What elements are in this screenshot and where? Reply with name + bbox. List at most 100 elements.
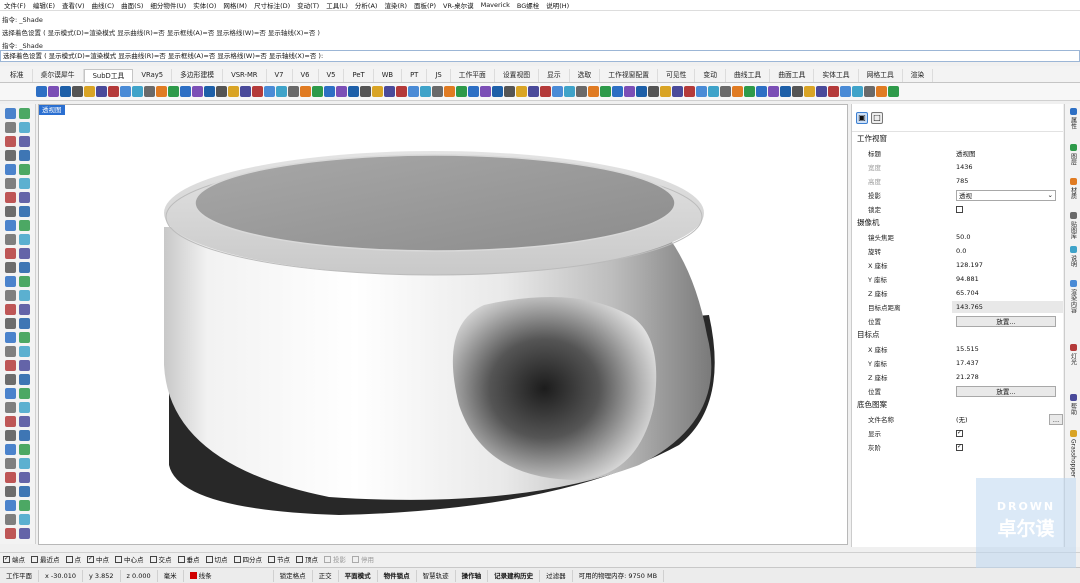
- tool-icon[interactable]: [19, 374, 30, 385]
- status-toggle[interactable]: 过滤器: [540, 569, 573, 582]
- toolbar-tab[interactable]: 曲面工具: [770, 69, 815, 82]
- toolbar-icon[interactable]: [744, 86, 755, 97]
- tool-icon[interactable]: [19, 444, 30, 455]
- toolbar-icon[interactable]: [132, 86, 143, 97]
- tool-icon[interactable]: [19, 486, 30, 497]
- tool-icon[interactable]: [5, 234, 16, 245]
- menu-item[interactable]: 尺寸标注(D): [254, 0, 290, 10]
- osnap-checkbox[interactable]: ✓: [87, 555, 94, 563]
- toolbar-icon[interactable]: [816, 86, 827, 97]
- tool-icon[interactable]: [19, 388, 30, 399]
- osnap-option[interactable]: 垂点: [177, 554, 200, 564]
- status-toggle[interactable]: 锁定格点: [274, 569, 313, 582]
- right-tab[interactable]: 属性: [1067, 108, 1079, 140]
- toolbar-icon[interactable]: [660, 86, 671, 97]
- osnap-checkbox[interactable]: [177, 555, 185, 563]
- toolbar-tab[interactable]: PT: [402, 69, 428, 82]
- osnap-option[interactable]: 顶点: [296, 554, 318, 564]
- toolbar-icon[interactable]: [828, 86, 839, 97]
- object-properties-icon[interactable]: □: [871, 111, 883, 124]
- menu-item[interactable]: 工具(L): [326, 0, 348, 10]
- tool-icon[interactable]: [5, 136, 16, 147]
- tool-icon[interactable]: [19, 472, 30, 483]
- toolbar-icon[interactable]: [732, 86, 743, 97]
- toolbar-tab[interactable]: 选取: [570, 69, 601, 82]
- tool-icon[interactable]: [5, 178, 16, 189]
- toolbar-icon[interactable]: [96, 86, 107, 97]
- tool-icon[interactable]: [19, 290, 30, 301]
- toolbar-icon[interactable]: [504, 86, 515, 97]
- tool-icon[interactable]: [19, 248, 30, 259]
- toolbar-icon[interactable]: [348, 86, 359, 97]
- toolbar-icon[interactable]: [48, 86, 59, 97]
- toolbar-icon[interactable]: [552, 86, 563, 97]
- tool-icon[interactable]: [5, 514, 16, 525]
- toolbar-icon[interactable]: [768, 86, 779, 97]
- toolbar-icon[interactable]: [804, 86, 815, 97]
- toolbar-icon[interactable]: [888, 86, 899, 97]
- toolbar-icon[interactable]: [756, 86, 767, 97]
- menu-item[interactable]: 细分物件(U): [150, 0, 186, 10]
- viewport-label[interactable]: 透视图: [39, 105, 65, 115]
- tool-icon[interactable]: [5, 374, 16, 385]
- osnap-option[interactable]: 交点: [149, 554, 172, 564]
- toolbar-icon[interactable]: [120, 86, 131, 97]
- menu-item[interactable]: 网格(M): [223, 0, 247, 10]
- toolbar-icon[interactable]: [648, 86, 659, 97]
- toolbar-icon[interactable]: [840, 86, 851, 97]
- osnap-checkbox[interactable]: [268, 555, 275, 563]
- toolbar-tab[interactable]: WB: [374, 69, 403, 82]
- menu-item[interactable]: VR-桌尔谟: [443, 0, 474, 10]
- menu-item[interactable]: 编辑(E): [33, 0, 55, 10]
- toolbar-icon[interactable]: [408, 86, 419, 97]
- toolbar-icon[interactable]: [624, 86, 635, 97]
- tool-icon[interactable]: [19, 346, 30, 357]
- projection-select[interactable]: 透视 ⌄: [956, 189, 1056, 201]
- toolbar-icon[interactable]: [312, 86, 323, 97]
- toolbar-icon[interactable]: [336, 86, 347, 97]
- toolbar-icon[interactable]: [36, 86, 47, 97]
- property-value-text[interactable]: 15.515: [956, 345, 979, 353]
- osnap-option[interactable]: 中心点: [115, 554, 144, 564]
- property-value-text[interactable]: 1436: [956, 163, 973, 171]
- tool-icon[interactable]: [5, 472, 16, 483]
- tool-icon[interactable]: [19, 528, 30, 539]
- status-toggle[interactable]: 物件锁点: [378, 569, 417, 582]
- toolbar-icon[interactable]: [792, 86, 803, 97]
- tool-icon[interactable]: [19, 262, 30, 273]
- toolbar-tab[interactable]: V5: [319, 69, 345, 82]
- tool-icon[interactable]: [5, 150, 16, 161]
- toolbar-icon[interactable]: [384, 86, 395, 97]
- property-value-text[interactable]: 50.0: [956, 233, 970, 241]
- tool-icon[interactable]: [19, 178, 30, 189]
- menu-item[interactable]: Maverick: [481, 1, 510, 9]
- toolbar-icon[interactable]: [60, 86, 71, 97]
- osnap-option[interactable]: ✓ 端点: [3, 554, 25, 564]
- toolbar-icon[interactable]: [684, 86, 695, 97]
- toolbar-icon[interactable]: [288, 86, 299, 97]
- checkbox[interactable]: ✓: [956, 443, 963, 451]
- toolbar-tab[interactable]: 显示: [539, 69, 570, 82]
- tool-icon[interactable]: [5, 192, 16, 203]
- toolbar-icon[interactable]: [720, 86, 731, 97]
- toolbar-tab[interactable]: 网格工具: [859, 69, 903, 82]
- menu-item[interactable]: 实体(O): [193, 0, 216, 10]
- toolbar-icon[interactable]: [240, 86, 251, 97]
- toolbar-icon[interactable]: [576, 86, 587, 97]
- toolbar-icon[interactable]: [636, 86, 647, 97]
- toolbar-icon[interactable]: [588, 86, 599, 97]
- osnap-checkbox[interactable]: [149, 555, 157, 563]
- status-layer[interactable]: 线条: [184, 569, 274, 582]
- toolbar-tab[interactable]: VSR-MR: [223, 69, 267, 82]
- osnap-checkbox[interactable]: ✓: [3, 555, 10, 563]
- place-button[interactable]: 放置...: [956, 385, 1056, 397]
- toolbar-tab[interactable]: SubD工具: [83, 69, 134, 82]
- property-value-text[interactable]: 128.197: [956, 261, 983, 269]
- tool-icon[interactable]: [5, 430, 16, 441]
- toolbar-icon[interactable]: [324, 86, 335, 97]
- tool-icon[interactable]: [19, 276, 30, 287]
- tool-icon[interactable]: [19, 332, 30, 343]
- tool-icon[interactable]: [19, 430, 30, 441]
- osnap-checkbox[interactable]: [31, 555, 38, 563]
- tool-icon[interactable]: [5, 486, 16, 497]
